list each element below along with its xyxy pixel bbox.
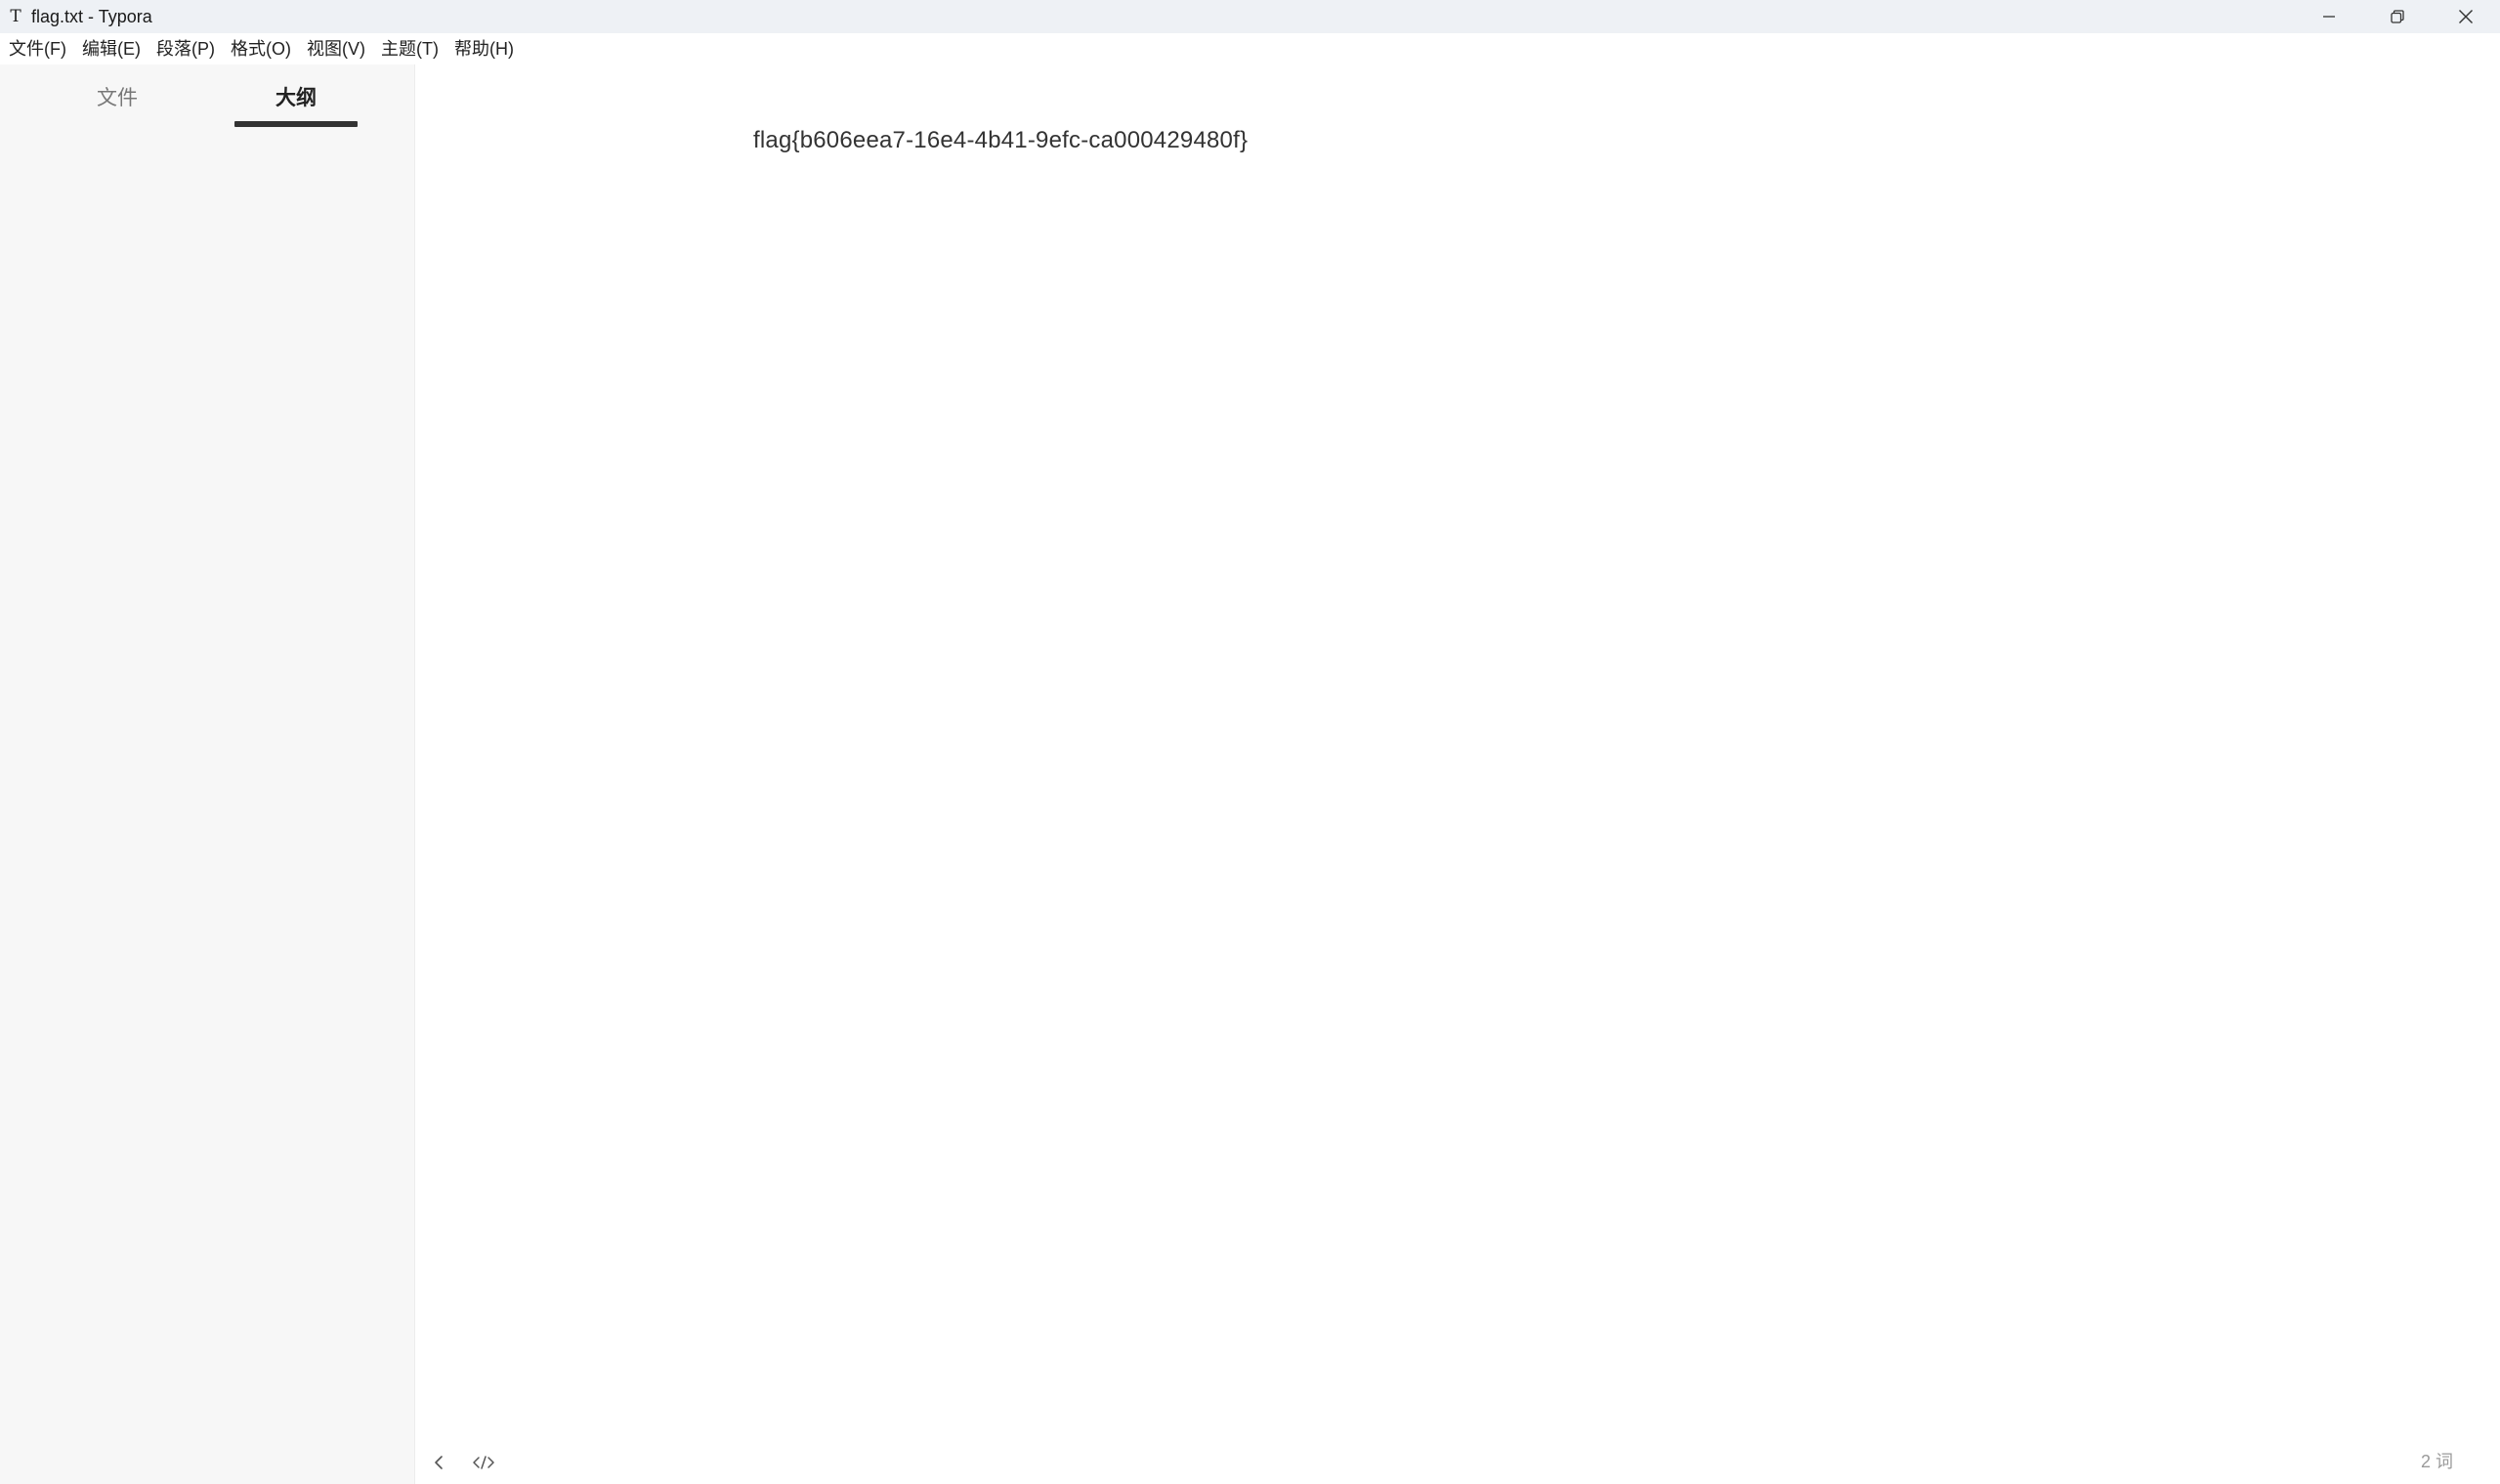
menu-paragraph[interactable]: 段落(P)	[148, 33, 223, 64]
tab-outline[interactable]: 大纲	[234, 64, 358, 129]
sidebar: 文件 大纲	[0, 64, 415, 1484]
editor-area[interactable]: flag{b606eea7-16e4-4b41-9efc-ca000429480…	[416, 64, 2500, 1432]
menu-bar: 文件(F) 编辑(E) 段落(P) 格式(O) 视图(V) 主题(T) 帮助(H…	[0, 33, 2500, 64]
menu-view[interactable]: 视图(V)	[299, 33, 373, 64]
code-icon	[473, 1455, 494, 1469]
window-title: flag.txt - Typora	[31, 6, 152, 26]
menu-edit[interactable]: 编辑(E)	[74, 33, 148, 64]
window-controls	[2295, 0, 2500, 33]
menu-format[interactable]: 格式(O)	[223, 33, 299, 64]
close-button[interactable]	[2432, 0, 2500, 33]
toggle-sidebar-button[interactable]	[422, 1446, 455, 1479]
title-bar: T flag.txt - Typora	[0, 0, 2500, 33]
word-count[interactable]: 2 词	[2421, 1440, 2453, 1484]
close-icon	[2459, 10, 2473, 23]
restore-icon	[2391, 10, 2404, 23]
status-footer: 2 词	[416, 1440, 2500, 1484]
restore-button[interactable]	[2363, 0, 2432, 33]
minimize-button[interactable]	[2295, 0, 2363, 33]
menu-themes[interactable]: 主题(T)	[373, 33, 446, 64]
chevron-left-icon	[435, 1455, 443, 1469]
sidebar-tabs: 文件 大纲	[0, 64, 414, 129]
typora-app-icon: T	[10, 7, 21, 26]
menu-help[interactable]: 帮助(H)	[446, 33, 522, 64]
minimize-icon	[2323, 16, 2335, 18]
active-tab-indicator	[234, 121, 358, 127]
source-code-mode-button[interactable]	[467, 1446, 500, 1479]
document-text[interactable]: flag{b606eea7-16e4-4b41-9efc-ca000429480…	[753, 127, 1248, 154]
menu-file[interactable]: 文件(F)	[1, 33, 74, 64]
tab-files[interactable]: 文件	[68, 64, 166, 129]
